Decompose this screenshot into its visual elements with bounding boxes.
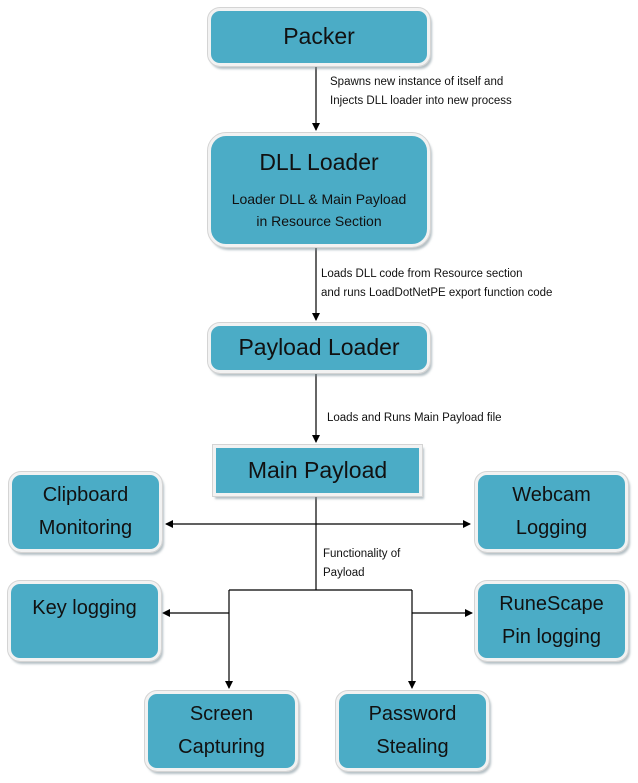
node-screen-line2: Capturing (178, 736, 265, 758)
node-clipboard-monitoring: Clipboard Monitoring (8, 471, 163, 553)
node-dll-loader-title: DLL Loader (259, 148, 379, 175)
node-main-payload-title: Main Payload (247, 456, 388, 483)
node-runescape-line1: RuneScape (499, 593, 604, 615)
node-webcam-line2: Logging (515, 517, 588, 539)
edge-label-dll-line1: Loads DLL code from Resource section (321, 268, 523, 280)
node-password-line1: Password (368, 703, 457, 725)
node-packer-title: Packer (283, 23, 355, 50)
node-webcam-logging: Webcam Logging (474, 471, 629, 553)
node-clipboard-line2: Monitoring (38, 517, 133, 539)
edge-label-payload-loader-to-main: Loads and Runs Main Payload file (327, 409, 502, 428)
node-main-payload: Main Payload (212, 444, 423, 497)
node-clipboard-line1: Clipboard (42, 484, 129, 506)
node-runescape-pin-logging: RuneScape Pin logging (474, 580, 629, 662)
node-payload-loader-title: Payload Loader (238, 334, 400, 361)
node-payload-loader: Payload Loader (207, 322, 431, 374)
edge-label-functionality-line1: Functionality of (323, 548, 401, 560)
node-password-stealing: Password Stealing (335, 690, 490, 772)
edge-label-packer-line1: Spawns new instance of itself and (330, 76, 504, 88)
edge-label-packer-line2: Injects DLL loader into new process (330, 95, 512, 107)
edge-label-packer-to-dll: Spawns new instance of itself and Inject… (330, 73, 512, 111)
edge-label-dll-line2: and runs LoadDotNetPE export function co… (321, 287, 553, 299)
node-screen-line1: Screen (189, 703, 254, 725)
node-dll-loader-sub-line1: Loader DLL & Main Payload (231, 190, 407, 207)
node-webcam-line1: Webcam (512, 484, 591, 506)
node-runescape-line2: Pin logging (502, 626, 601, 648)
edge-label-payload-loader-line1: Loads and Runs Main Payload file (327, 412, 502, 424)
node-dll-loader: DLL Loader Loader DLL & Main Payload in … (207, 132, 431, 248)
connector-lines (162, 66, 473, 689)
edge-label-dll-to-payload-loader: Loads DLL code from Resource section and… (321, 265, 552, 303)
node-dll-loader-sub-line2: in Resource Section (256, 212, 382, 229)
node-screen-capturing: Screen Capturing (144, 690, 299, 772)
edge-label-functionality: Functionality of Payload (323, 545, 400, 583)
node-packer: Packer (207, 7, 431, 67)
node-key-logging: Key logging (7, 580, 162, 662)
node-password-line2: Stealing (376, 736, 449, 758)
edge-label-functionality-line2: Payload (323, 567, 365, 579)
node-key-logging-line1: Key logging (32, 597, 137, 619)
